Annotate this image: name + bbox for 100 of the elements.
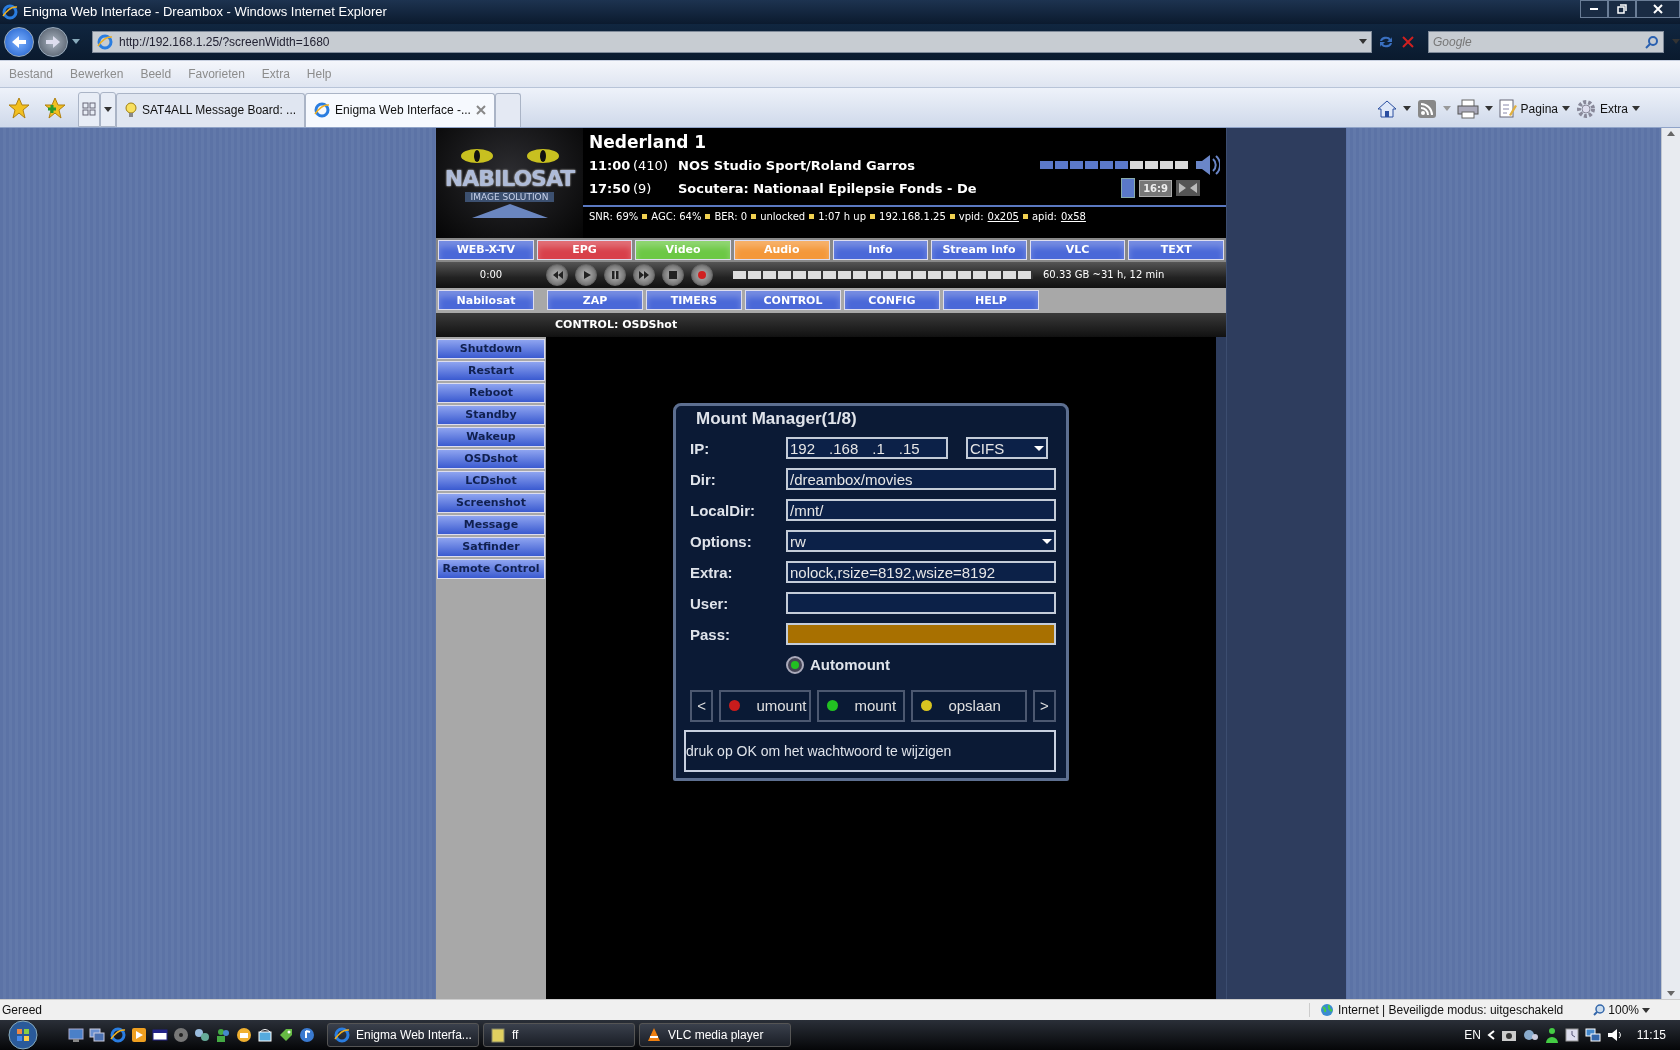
- menu-item[interactable]: Extra: [261, 66, 290, 81]
- close-icon[interactable]: [475, 105, 486, 116]
- sidebar-button[interactable]: Remote Control: [437, 558, 545, 579]
- record-button[interactable]: [691, 263, 713, 286]
- menu-item[interactable]: Beeld: [140, 66, 172, 81]
- people-icon[interactable]: [215, 1027, 231, 1043]
- sidebar-button[interactable]: Standby: [437, 404, 545, 425]
- network-status-icon[interactable]: [1584, 1028, 1601, 1042]
- sidebar-button[interactable]: LCDshot: [437, 470, 545, 491]
- nav-button[interactable]: TEXT: [1128, 239, 1224, 260]
- volume-bar[interactable]: [1040, 161, 1190, 170]
- taskbar-button[interactable]: VLC media player: [639, 1023, 791, 1047]
- windows-stack-icon[interactable]: [89, 1027, 105, 1043]
- taskbar-button[interactable]: Enigma Web Interfa...: [327, 1023, 479, 1047]
- browser-tab[interactable]: SAT4ALL Message Board: ...: [116, 92, 306, 127]
- add-favorite-icon[interactable]: [44, 96, 66, 119]
- media-player-icon[interactable]: [131, 1027, 147, 1043]
- monitor-icon[interactable]: [68, 1027, 84, 1043]
- input-field[interactable]: nolock,rsize=8192,wsize=8192: [786, 561, 1056, 584]
- browser-logo-icon[interactable]: [110, 1027, 126, 1043]
- speaker-icon[interactable]: [1194, 153, 1220, 178]
- sidebar-button[interactable]: Reboot: [437, 382, 545, 403]
- dialog-button[interactable]: mount: [817, 689, 906, 722]
- zoom-control[interactable]: 100%: [1583, 1003, 1680, 1017]
- nav-button[interactable]: ZAP: [547, 290, 643, 311]
- favorites-star-icon[interactable]: [8, 96, 30, 119]
- nav-button[interactable]: CONFIG: [844, 290, 940, 311]
- minimize-button[interactable]: [1580, 0, 1608, 18]
- stop-button[interactable]: [662, 263, 684, 286]
- input-field[interactable]: [786, 623, 1056, 646]
- card-icon[interactable]: [152, 1027, 168, 1043]
- sidebar-button[interactable]: Screenshot: [437, 492, 545, 513]
- toolbar-menu-button[interactable]: Extra: [1576, 98, 1640, 119]
- caret-icon[interactable]: [72, 39, 80, 45]
- nav-button[interactable]: Info: [832, 239, 929, 260]
- menu-item[interactable]: Help: [306, 66, 332, 81]
- play-button[interactable]: [575, 263, 597, 286]
- close-button[interactable]: [1636, 0, 1680, 18]
- scroll-down-icon[interactable]: [1667, 991, 1675, 996]
- nav-button[interactable]: Nabilosat: [438, 290, 534, 311]
- scrollbar[interactable]: [1661, 127, 1680, 999]
- sidebar-button[interactable]: Satfinder: [437, 536, 545, 557]
- menu-item[interactable]: Favorieten: [188, 66, 245, 81]
- sidebar-button[interactable]: Shutdown: [437, 338, 545, 359]
- search-icon[interactable]: [1645, 34, 1659, 49]
- tab-list-button[interactable]: [100, 91, 116, 127]
- caret-icon[interactable]: [1359, 39, 1367, 45]
- disc-icon[interactable]: [173, 1027, 189, 1043]
- person-icon[interactable]: [1544, 1027, 1559, 1043]
- stop-button[interactable]: [1400, 35, 1416, 48]
- address-field[interactable]: http://192.168.1.25/?screenWidth=1680: [92, 30, 1372, 53]
- feed-icon[interactable]: [1416, 98, 1437, 119]
- sidebar-button[interactable]: Message: [437, 514, 545, 535]
- input-field[interactable]: /dreambox/movies: [786, 468, 1056, 491]
- nav-button[interactable]: WEB-X-TV: [438, 239, 534, 260]
- ip-address-field[interactable]: 192 .168 .1 .15: [786, 437, 948, 460]
- forward-button[interactable]: [38, 26, 68, 57]
- browser-tab[interactable]: Enigma Web Interface -...: [305, 92, 495, 127]
- sidebar-button[interactable]: OSDshot: [437, 448, 545, 469]
- chevron-icon[interactable]: [1486, 1030, 1495, 1040]
- nav-button[interactable]: CONTROL: [745, 290, 841, 311]
- clock-face-icon[interactable]: [1564, 1028, 1579, 1042]
- menu-item[interactable]: Bewerken: [70, 66, 124, 81]
- sidebar-button[interactable]: Wakeup: [437, 426, 545, 447]
- nav-button[interactable]: TIMERS: [646, 290, 742, 311]
- scroll-up-icon[interactable]: [1667, 130, 1675, 136]
- search-field[interactable]: Google: [1428, 30, 1664, 53]
- radio-icon[interactable]: [786, 655, 804, 674]
- rewind-button[interactable]: [546, 263, 568, 286]
- taskbar-button[interactable]: ff: [483, 1023, 635, 1047]
- status-link[interactable]: 0x58: [1060, 210, 1086, 222]
- dialog-button[interactable]: umount: [719, 689, 812, 722]
- nav-button[interactable]: VLC: [1029, 239, 1126, 260]
- camera-icon[interactable]: [1500, 1028, 1517, 1042]
- status-link[interactable]: 0x205: [987, 210, 1019, 222]
- language-indicator[interactable]: EN: [1464, 1028, 1481, 1042]
- input-field[interactable]: /mnt/: [786, 499, 1056, 522]
- printer-icon[interactable]: [1456, 98, 1479, 119]
- page-button[interactable]: <: [690, 689, 714, 722]
- toolbar-menu-button[interactable]: Pagina: [1498, 98, 1570, 119]
- nav-button[interactable]: HELP: [943, 290, 1039, 311]
- options-dropdown[interactable]: rw: [786, 530, 1056, 553]
- volume-icon[interactable]: [1606, 1028, 1623, 1042]
- pause-button[interactable]: [604, 263, 626, 286]
- nav-button[interactable]: Stream Info: [931, 239, 1027, 260]
- caret-icon[interactable]: [1402, 106, 1411, 112]
- restore-button[interactable]: [1608, 0, 1636, 18]
- sidebar-button[interactable]: Restart: [437, 360, 545, 381]
- protocol-dropdown[interactable]: CIFS: [966, 437, 1048, 460]
- nav-button[interactable]: EPG: [536, 239, 633, 260]
- envelope-icon[interactable]: [236, 1027, 252, 1043]
- input-field[interactable]: [786, 592, 1056, 615]
- tag-icon[interactable]: [278, 1027, 294, 1043]
- caret-icon[interactable]: [1484, 106, 1493, 112]
- menu-item[interactable]: Bestand: [9, 66, 54, 81]
- fast-forward-button[interactable]: [633, 263, 655, 286]
- home-icon[interactable]: [1376, 98, 1397, 119]
- back-button[interactable]: [4, 26, 34, 57]
- page-button[interactable]: >: [1032, 689, 1056, 722]
- dialog-button[interactable]: opslaan: [911, 689, 1027, 722]
